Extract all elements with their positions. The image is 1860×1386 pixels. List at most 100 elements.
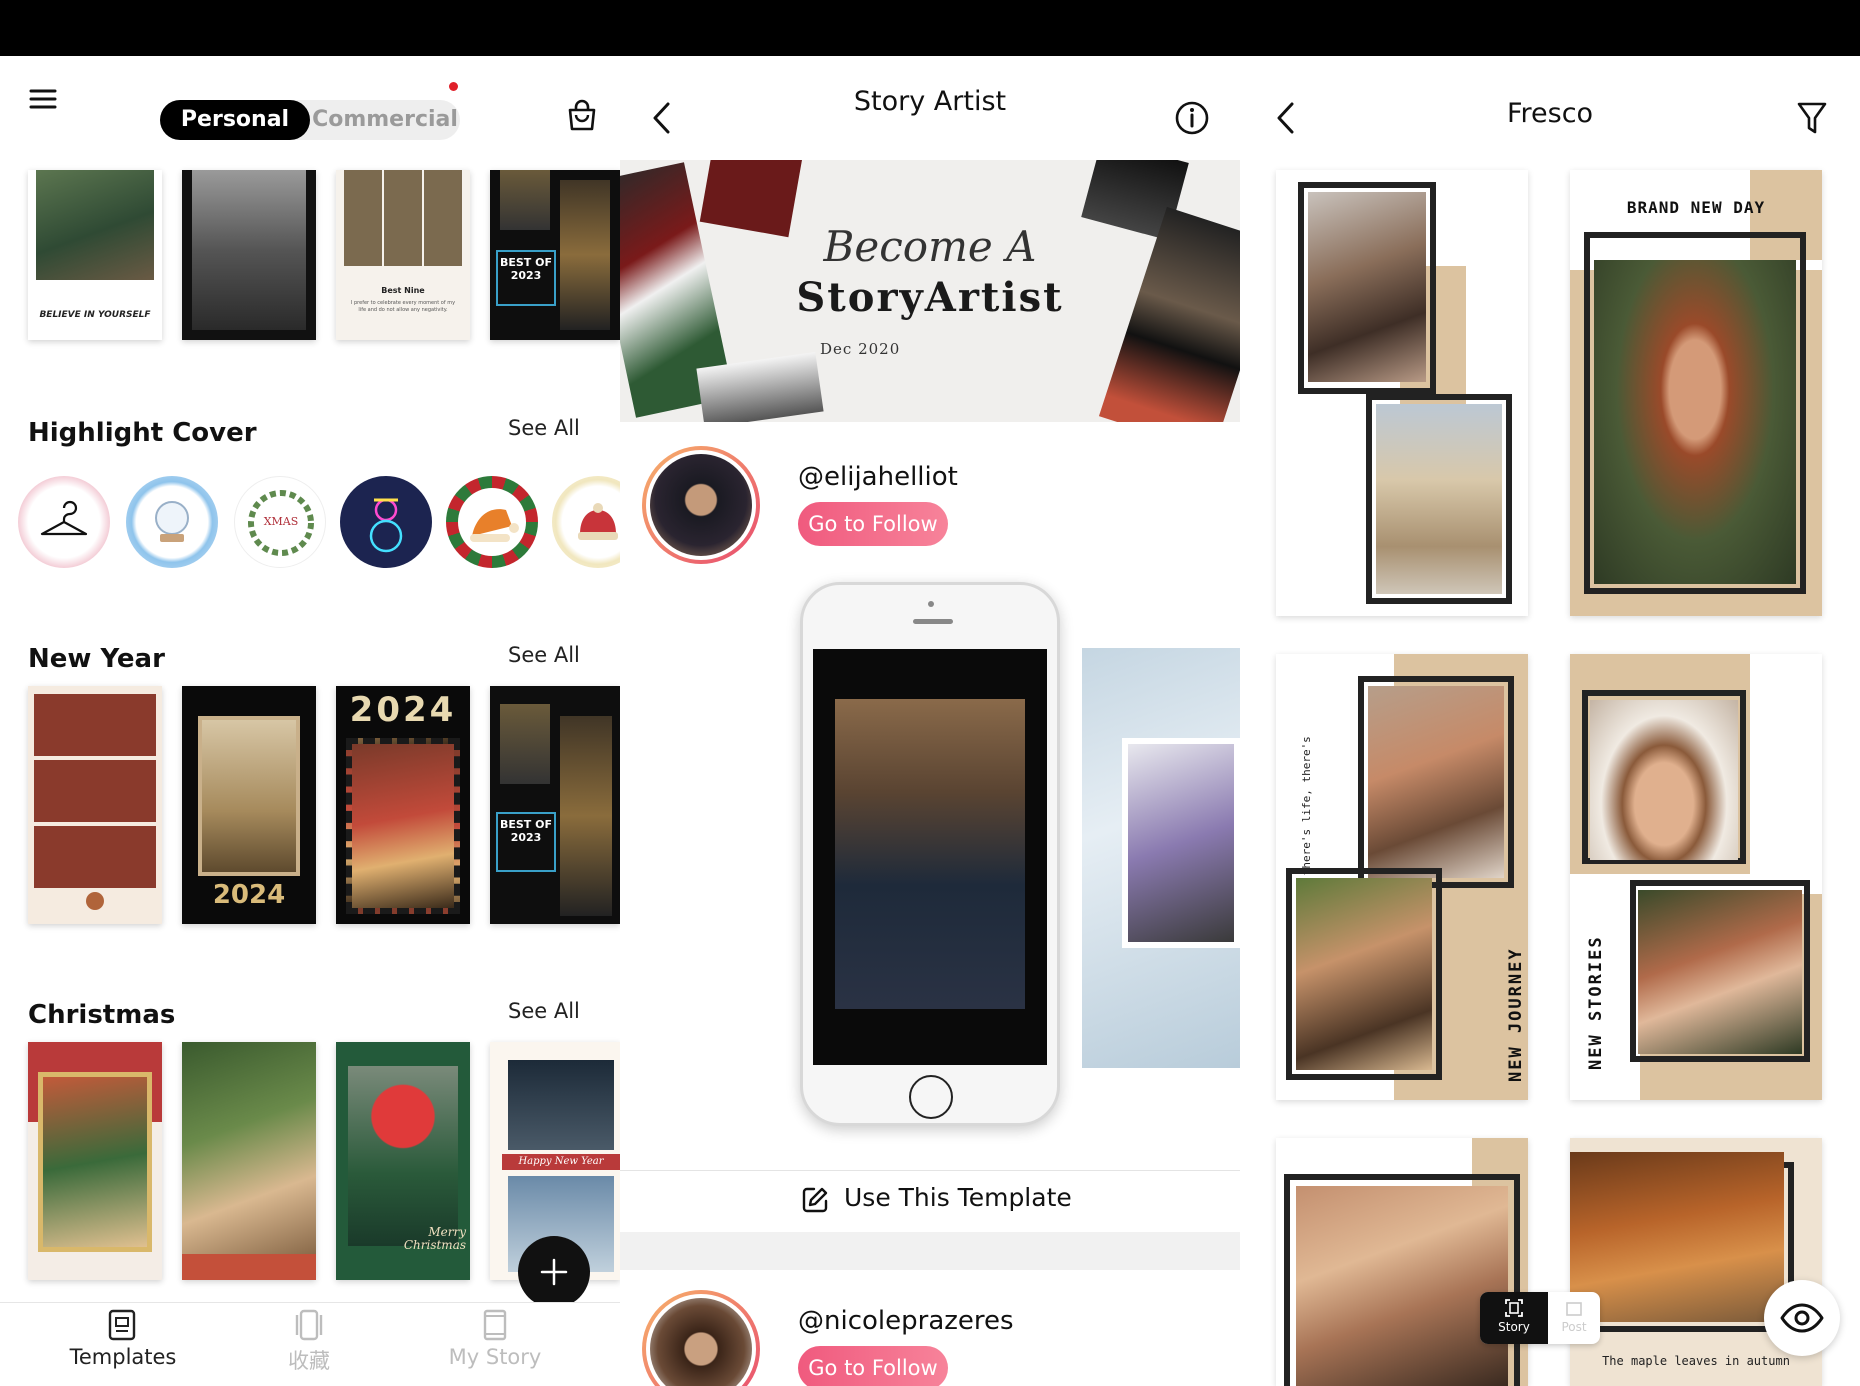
preview-button[interactable] [1764,1280,1840,1356]
wax-seal-icon [86,892,104,910]
highlight-cover-beanie[interactable] [552,476,620,568]
my-story-icon[interactable] [482,1309,508,1341]
highlight-cover-xmas[interactable]: XMAS [234,476,326,568]
christmas-thumb[interactable]: Merry Christmas [336,1042,470,1280]
new-year-thumb[interactable]: 2024 [182,686,316,924]
portrait-photo [1594,260,1796,584]
collection-icon[interactable] [294,1309,324,1341]
templates-icon[interactable] [108,1309,136,1341]
new-year-thumb[interactable]: BEST OF 2023 [490,686,620,924]
nav-templates[interactable]: Templates [48,1345,198,1369]
tab-commercial[interactable]: Commercial [310,100,460,140]
portrait-photo [1296,878,1432,1070]
new-year-thumb[interactable] [28,686,162,924]
bottom-nav: Templates 收藏 My Story [0,1302,620,1386]
segmented-toggle: Personal Commercial [160,100,460,140]
template-photo [500,170,550,230]
template-thumb[interactable]: BEST OF 2023 [490,170,620,340]
banner-date: Dec 2020 [820,340,901,358]
toggle-story-label: Story [1498,1320,1530,1334]
use-template-button[interactable]: Use This Template [620,1170,1240,1232]
template-photo [38,1072,152,1252]
street-photo [1376,404,1502,594]
template-thumb[interactable]: Best Nine I prefer to celebrate every mo… [336,170,470,340]
nav-favorites[interactable]: 收藏 [234,1345,384,1375]
neon-snowman-icon [369,498,403,553]
info-icon[interactable] [1174,100,1210,136]
template-caption: BELIEVE IN YOURSELF [39,310,151,320]
film-strip-photo [346,738,460,914]
highlight-cover-globe[interactable] [126,476,218,568]
add-fab-button[interactable] [518,1236,590,1308]
snow-globe-icon [155,501,189,542]
tab-personal[interactable]: Personal [160,100,310,140]
story-artist-panel: Story Artist Become A StoryArtist Dec 20… [620,56,1240,1386]
phone-camera [928,601,934,607]
creator-handle: @nicoleprazeres [798,1306,1014,1336]
santa-hat-icon [470,509,519,542]
avatar-photo [650,454,752,556]
post-frame-icon [1566,1302,1582,1316]
xmas-label: XMAS [263,515,299,528]
greeting-text: Merry Christmas [403,1225,466,1252]
template-photo [348,1066,458,1246]
card-title: BRAND NEW DAY [1626,198,1766,217]
year-label: 2024 [349,690,457,730]
portrait-photo [1590,700,1738,860]
banner-script-text: Become A [823,222,1037,271]
beanie-icon [578,503,618,540]
autumn-photo [1570,1152,1784,1322]
nav-my-story[interactable]: My Story [420,1345,570,1369]
fresco-template-card[interactable]: NEW STORIES [1570,654,1822,1100]
highlight-cover-santa-hat[interactable] [446,476,538,568]
portrait-photo [1296,1186,1508,1386]
banner-main-text: StoryArtist [796,274,1064,321]
fresco-template-card[interactable]: BRAND NEW DAY [1570,170,1822,616]
new-year-thumb[interactable]: 2024 [336,686,470,924]
template-thumb[interactable]: BELIEVE IN YOURSELF [28,170,162,340]
see-all-new-year-link[interactable]: See All [508,643,580,667]
phone-mockup[interactable] [800,582,1060,1126]
fresco-template-card[interactable] [1276,1138,1528,1386]
card-caption: The maple leaves in autumn [1602,1354,1790,1368]
greeting-banner: Happy New Year [502,1154,620,1170]
story-photo [835,699,1025,1009]
follow-button[interactable]: Go to Follow [798,1346,948,1386]
see-all-christmas-link[interactable]: See All [508,999,580,1023]
toggle-post[interactable]: Post [1548,1292,1600,1344]
eye-icon [1780,1303,1824,1333]
home-button[interactable] [909,1075,953,1119]
fresco-template-card[interactable] [1276,170,1528,616]
template-photo [560,180,610,330]
status-bar [0,0,1860,56]
app-root: Personal Commercial BELIEVE IN YOURSELF … [0,0,1860,1386]
card-vertical-title: NEW JOURNEY [1506,947,1526,1082]
section-title-christmas: Christmas [28,1000,176,1030]
creator-avatar[interactable] [642,446,760,564]
template-preview-side[interactable] [1082,648,1240,1068]
year-label: 2024 [212,880,286,910]
toggle-story[interactable]: Story [1480,1292,1548,1344]
creator-handle: @elijahelliot [798,462,958,492]
edit-icon [800,1185,830,1215]
menu-icon[interactable] [28,84,58,114]
hanger-icon [40,500,88,536]
shopping-bag-icon[interactable] [566,98,598,132]
section-divider [620,1232,1240,1270]
hero-banner[interactable]: Become A StoryArtist Dec 2020 [620,160,1240,422]
filter-icon[interactable] [1796,100,1828,136]
highlight-cover-snowman[interactable] [340,476,432,568]
christmas-thumb[interactable] [28,1042,162,1280]
see-all-highlight-link[interactable]: See All [508,416,580,440]
page-title: Fresco [1506,98,1594,129]
template-photo [192,170,306,330]
creator-avatar[interactable] [642,1290,760,1386]
template-title: Best Nine [381,286,425,295]
highlight-cover-hanger[interactable] [18,476,110,568]
fresco-template-card[interactable]: while there's life, there's hope. NEW JO… [1276,654,1528,1100]
use-template-label: Use This Template [844,1183,1072,1212]
follow-button[interactable]: Go to Follow [798,502,948,546]
template-thumb[interactable] [182,170,316,340]
christmas-thumb[interactable] [182,1042,316,1280]
notification-dot [449,82,458,91]
